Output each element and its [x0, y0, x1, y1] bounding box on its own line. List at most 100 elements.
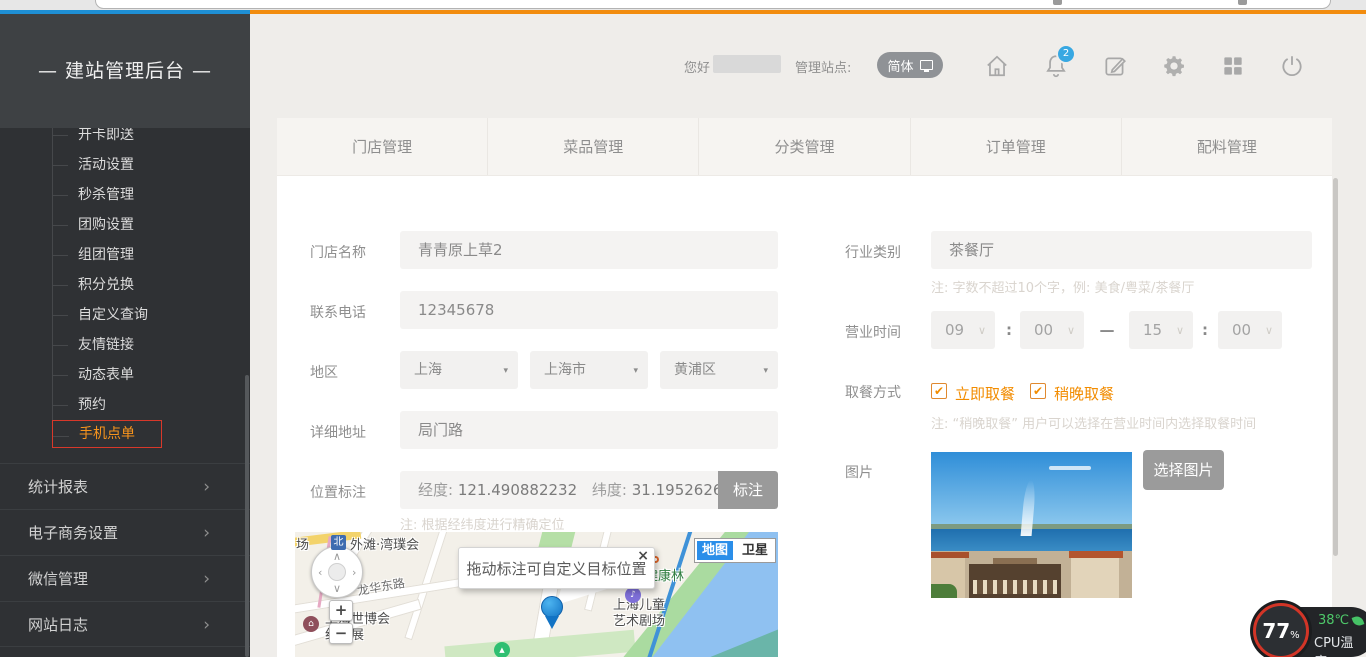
notification-badge: 2 [1058, 46, 1074, 62]
sidebar-section-wechat[interactable]: 微信管理 › [0, 555, 250, 601]
content-scrollbar[interactable] [1333, 178, 1338, 556]
photo-cloud [1049, 466, 1091, 470]
end-hour-select[interactable]: 15 ∨ [1129, 311, 1193, 349]
image-label: 图片 [845, 462, 873, 482]
tooltip-tail [556, 588, 610, 605]
tab-ingredient-management[interactable]: 配料管理 [1122, 118, 1332, 175]
map[interactable]: 场 外滩·湾璞会 龙华东路 健康林 上海儿童 艺术剧场 上海世博会 纪念展 ⌂ … [295, 532, 778, 657]
power-icon[interactable] [1279, 53, 1305, 79]
latitude-label: 纬度: [592, 481, 627, 499]
sidebar-item-points[interactable]: 积分兑换 [52, 270, 134, 300]
chevron-right-icon: › [203, 510, 210, 556]
photo-building [1071, 556, 1119, 598]
pickup-now-checkbox[interactable]: ✔ [931, 383, 947, 399]
accent-bar-orange [250, 10, 1366, 14]
map-type-toggle: 地图 卫星 [694, 538, 776, 563]
district-select[interactable]: 黄浦区 ▾ [660, 351, 778, 389]
map-pin[interactable] [541, 596, 563, 618]
start-hour-select[interactable]: 09 ∨ [931, 311, 995, 349]
chevron-down-icon: ∨ [1067, 312, 1075, 350]
sidebar-section-label: 微信管理 [28, 570, 88, 588]
cpu-temp-value: 38℃ [1318, 613, 1349, 628]
longitude-value: 121.490882232 [458, 481, 577, 499]
sidebar-item-group[interactable]: 组团管理 [52, 240, 134, 270]
time-colon: : [1002, 311, 1016, 349]
industry-input[interactable]: 茶餐厅 [931, 231, 1312, 269]
sidebar-item-dynamic-form[interactable]: 动态表单 [52, 360, 134, 390]
home-icon[interactable] [984, 53, 1010, 79]
address-input[interactable]: 局门路 [400, 411, 778, 449]
phone-label: 联系电话 [310, 302, 366, 322]
tab-store-management[interactable]: 门店管理 [277, 118, 488, 175]
city-select[interactable]: 上海市 ▾ [530, 351, 648, 389]
pickup-note: 注: “稍晚取餐” 用户可以选择在营业时间内选择取餐时间 [931, 413, 1256, 432]
map-pan-control[interactable]: ∧ ∨ ‹ › [311, 546, 363, 598]
tooltip-close-icon[interactable]: × [637, 549, 649, 563]
phone-input[interactable]: 12345678 [400, 291, 778, 329]
sidebar-item-links[interactable]: 友情链接 [52, 330, 134, 360]
tab-dish-management[interactable]: 菜品管理 [488, 118, 699, 175]
map-type-satellite-button[interactable]: 卫星 [735, 539, 775, 562]
map-zoom-in-button[interactable]: + [329, 600, 353, 621]
start-hour-value: 09 [945, 321, 964, 339]
location-note: 注: 根据经纬度进行精确定位 [400, 514, 565, 533]
sidebar: 开卡即送 活动设置 秒杀管理 团购设置 组团管理 积分兑换 自定义查询 友情链接… [0, 14, 250, 657]
tab-bar: 门店管理 菜品管理 分类管理 订单管理 配料管理 [277, 118, 1332, 176]
map-zoom-out-button[interactable]: − [329, 623, 353, 644]
province-select[interactable]: 上海 ▾ [400, 351, 518, 389]
sidebar-section-sitelog[interactable]: 网站日志 › [0, 601, 250, 647]
time-colon: : [1197, 311, 1213, 349]
sidebar-item-flashsale[interactable]: 秒杀管理 [52, 180, 134, 210]
map-label-chang: 场 [296, 534, 309, 553]
pickup-later-checkbox[interactable]: ✔ [1030, 383, 1046, 399]
sidebar-scrollbar[interactable] [245, 375, 249, 657]
sidebar-item-groupbuy[interactable]: 团购设置 [52, 210, 134, 240]
choose-image-button[interactable]: 选择图片 [1143, 450, 1224, 490]
language-pill[interactable]: 简体 [877, 52, 943, 78]
browser-address-bar [95, 0, 1331, 9]
edit-icon[interactable] [1102, 53, 1128, 79]
cpu-usage-gauge: 77 % [1253, 603, 1309, 657]
tooltip-text: 拖动标注可自定义目标位置 [466, 560, 646, 578]
pickup-later-label[interactable]: 稍晚取餐 [1054, 383, 1114, 404]
pan-right-icon[interactable]: › [352, 567, 356, 578]
cpu-percent-unit: % [1290, 630, 1300, 641]
map-pin-tail [545, 616, 559, 629]
mark-location-button[interactable]: 标注 [718, 471, 778, 509]
map-type-map-button[interactable]: 地图 [695, 539, 735, 562]
pan-left-icon[interactable]: ‹ [318, 567, 322, 578]
end-hour-value: 15 [1143, 321, 1162, 339]
longitude-label: 经度: [418, 481, 453, 499]
pan-up-icon[interactable]: ∧ [333, 551, 341, 562]
redacted-username [713, 55, 781, 73]
sidebar-item-custom-query[interactable]: 自定义查询 [52, 300, 148, 330]
pickup-now-label[interactable]: 立即取餐 [955, 383, 1015, 404]
language-label: 简体 [887, 56, 913, 75]
browser-edge-strip [0, 0, 1366, 10]
sidebar-section-label: 统计报表 [28, 478, 88, 496]
industry-note: 注: 字数不超过10个字，例: 美食/粤菜/茶餐厅 [931, 277, 1194, 296]
city-value: 上海市 [544, 362, 586, 378]
address-label: 详细地址 [310, 422, 366, 442]
sidebar-item-activity[interactable]: 活动设置 [52, 150, 134, 180]
sidebar-item-mobile-order[interactable]: 手机点单 [52, 420, 162, 448]
sidebar-item-booking[interactable]: 预约 [52, 390, 106, 420]
end-minute-select[interactable]: 00 ∨ [1218, 311, 1282, 349]
start-minute-select[interactable]: 00 ∨ [1020, 311, 1084, 349]
tab-category-management[interactable]: 分类管理 [699, 118, 910, 175]
apps-grid-icon[interactable] [1220, 53, 1246, 79]
tab-order-management[interactable]: 订单管理 [911, 118, 1122, 175]
photo-roof [931, 552, 969, 558]
location-label: 位置标注 [310, 482, 366, 502]
pan-down-icon[interactable]: ∨ [333, 583, 341, 594]
gear-icon[interactable] [1161, 53, 1187, 79]
store-name-input[interactable]: 青青原上草2 [400, 231, 778, 269]
chevron-down-icon: ∨ [1265, 312, 1273, 350]
location-input[interactable]: 经度: 121.490882232 纬度: 31.1952626403 标注 [400, 471, 778, 509]
pan-center[interactable] [328, 563, 346, 581]
chevron-right-icon: › [203, 464, 210, 510]
sidebar-section-reports[interactable]: 统计报表 › [0, 463, 250, 509]
region-label: 地区 [310, 362, 338, 382]
caret-down-icon: ▾ [763, 352, 768, 390]
sidebar-section-ecommerce[interactable]: 电子商务设置 › [0, 509, 250, 555]
